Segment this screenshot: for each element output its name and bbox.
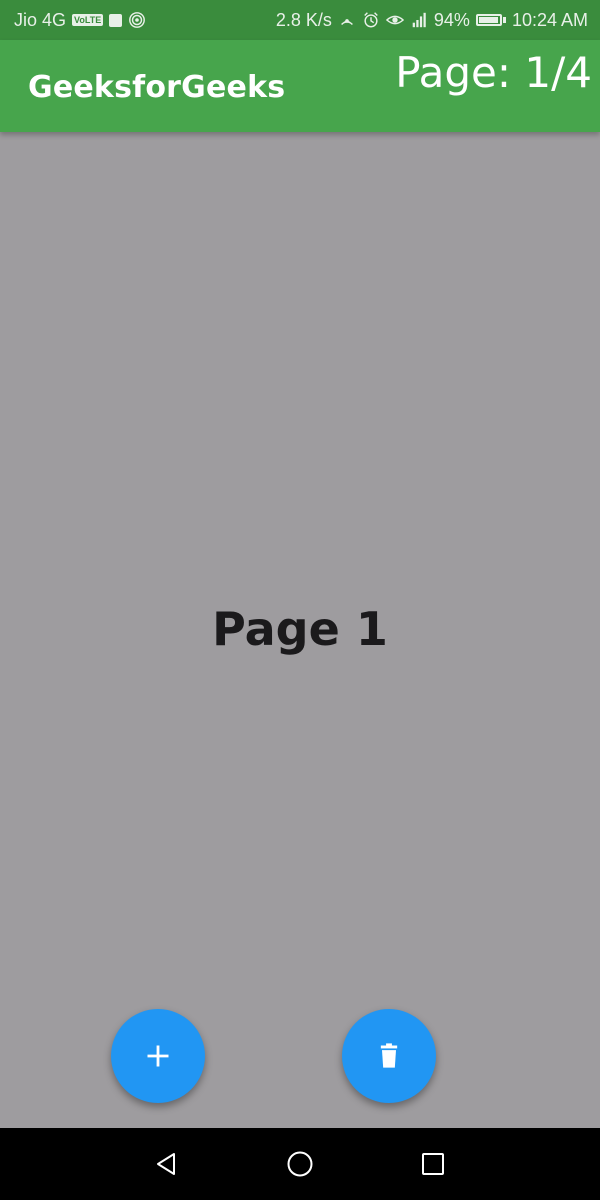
app-screen: Jio 4G VoLTE 2.8 K/s 94% 10:24 AM Geeksf…	[0, 0, 600, 1200]
battery-percent: 94%	[433, 9, 470, 30]
battery-body	[475, 14, 502, 26]
battery-tip	[502, 17, 506, 23]
status-right: 2.8 K/s 94% 10:24 AM	[276, 10, 588, 31]
battery-charging-icon	[475, 14, 506, 26]
battery-fill	[478, 17, 498, 23]
clock-time: 10:24 AM	[511, 9, 588, 30]
page-indicator: Page: 1/4	[395, 48, 592, 97]
recents-square-icon	[422, 1153, 444, 1175]
status-left: Jio 4G VoLTE	[14, 10, 146, 31]
status-bar: Jio 4G VoLTE 2.8 K/s 94% 10:24 AM	[0, 0, 600, 40]
page-label: Page 1	[212, 602, 388, 656]
delete-page-button[interactable]	[342, 1009, 436, 1103]
signal-icon	[410, 11, 428, 29]
carrier-label: Jio 4G	[14, 9, 67, 30]
trash-icon	[380, 1043, 398, 1068]
eye-icon	[385, 11, 404, 29]
hotspot-icon	[128, 11, 146, 29]
home-circle-icon	[287, 1151, 313, 1177]
back-button[interactable]	[151, 1148, 183, 1180]
home-button[interactable]	[284, 1148, 316, 1180]
back-triangle-icon	[157, 1153, 175, 1175]
wifi-hotspot-icon	[338, 11, 356, 29]
alarm-icon	[362, 11, 380, 29]
page-view[interactable]: Page 1	[0, 132, 600, 1128]
recents-button[interactable]	[417, 1148, 449, 1180]
plus-icon	[147, 1045, 169, 1067]
system-nav-bar	[0, 1128, 600, 1200]
app-bar: GeeksforGeeks Page: 1/4	[0, 40, 600, 132]
network-speed: 2.8 K/s	[275, 9, 332, 30]
stop-square-icon	[109, 13, 123, 27]
volte-badge: VoLTE	[72, 14, 104, 26]
app-title: GeeksforGeeks	[28, 70, 286, 105]
add-page-button[interactable]	[111, 1009, 205, 1103]
